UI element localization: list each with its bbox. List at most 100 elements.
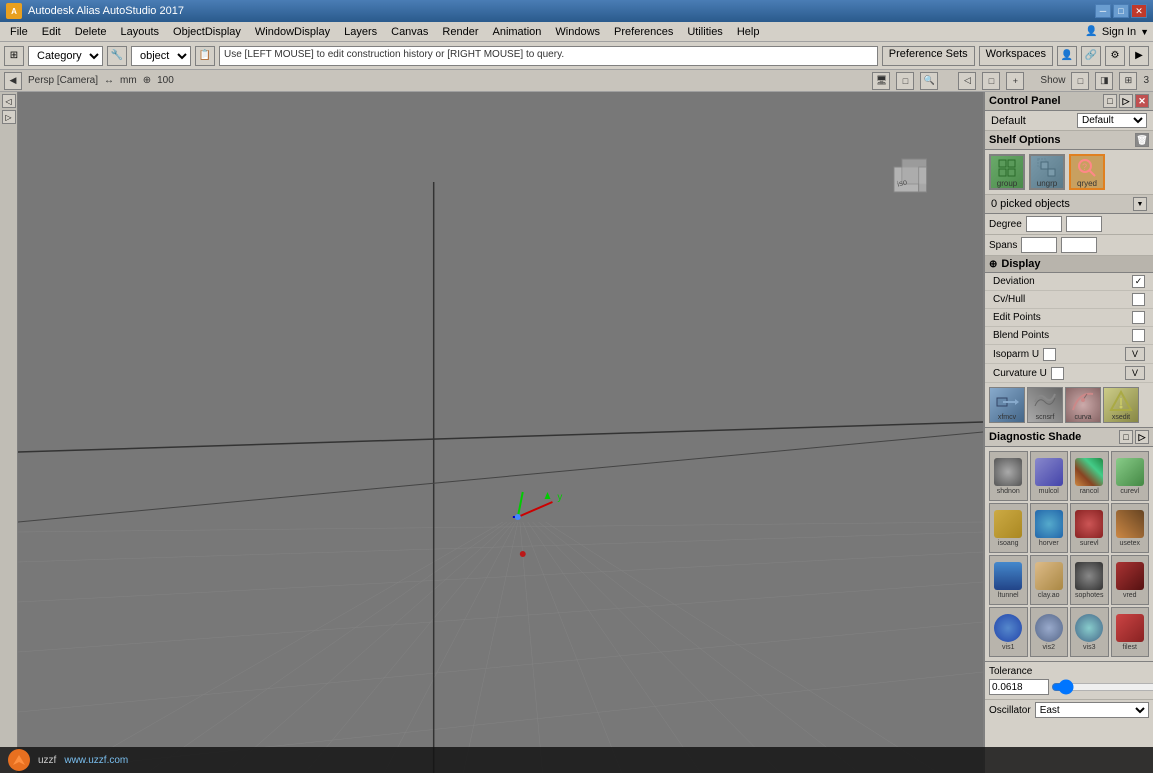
isoparm-label: Isoparm U	[993, 349, 1039, 360]
menu-delete[interactable]: Delete	[69, 24, 113, 40]
view-icon-3[interactable]: +	[1006, 72, 1024, 90]
preference-sets-button[interactable]: Preference Sets	[882, 46, 975, 66]
panel-icon-2[interactable]: ▷	[1119, 94, 1133, 108]
minimize-button[interactable]: ─	[1095, 4, 1111, 18]
blendpoints-checkbox[interactable]	[1132, 329, 1145, 342]
menu-windows[interactable]: Windows	[549, 24, 606, 40]
shelf-icon-group[interactable]: group	[989, 154, 1025, 190]
action-icon-xsedit[interactable]: xsedit	[1103, 387, 1139, 423]
window-controls[interactable]: ─ □ ✕	[1095, 4, 1147, 18]
diag-icon-2[interactable]: ▷	[1135, 430, 1149, 444]
spans-input-2[interactable]	[1061, 237, 1097, 253]
toolbar-icon-1[interactable]: ⊞	[4, 46, 24, 66]
zoom-icon: ⊕	[143, 75, 151, 86]
menu-layers[interactable]: Layers	[338, 24, 383, 40]
history-icon[interactable]: 📋	[195, 46, 215, 66]
leftpanel-toggle[interactable]: ◀	[4, 72, 22, 90]
shelf-trash-icon[interactable]: 🗑	[1135, 133, 1149, 147]
menu-file[interactable]: File	[4, 24, 34, 40]
toolbar-icon-2[interactable]: 👤	[1057, 46, 1077, 66]
menu-canvas[interactable]: Canvas	[385, 24, 434, 40]
diag-curevl[interactable]: curevl	[1111, 451, 1150, 501]
show-icon-3[interactable]: ⊞	[1119, 72, 1137, 90]
diag-horver[interactable]: horver	[1030, 503, 1069, 553]
shelf-icons-row: group ungrp ?	[985, 150, 1153, 195]
toolbar-icon-5[interactable]: ▶	[1129, 46, 1149, 66]
menu-render[interactable]: Render	[436, 24, 484, 40]
action-icons-row: xfmcv scnsrf curva	[985, 383, 1153, 428]
display-icon-3[interactable]: 🔍	[920, 72, 938, 90]
toolbar-icon-4[interactable]: ⚙	[1105, 46, 1125, 66]
viewport[interactable]: Persp [Camera] ←→ mm ⊕ 100	[18, 92, 983, 773]
object-icon[interactable]: 🔧	[107, 46, 127, 66]
curvature-label: Curvature U	[993, 368, 1047, 379]
menu-animation[interactable]: Animation	[487, 24, 548, 40]
diag-mulcol[interactable]: mulcol	[1030, 451, 1069, 501]
spans-row: Spans	[985, 235, 1153, 256]
objects-dropdown[interactable]	[1133, 197, 1147, 211]
diag-ltunnel[interactable]: ltunnel	[989, 555, 1028, 605]
close-button[interactable]: ✕	[1131, 4, 1147, 18]
shelf-icon-qryed[interactable]: ? qryed	[1069, 154, 1105, 190]
curvature-v-button[interactable]: V	[1125, 366, 1145, 380]
menu-windowdisplay[interactable]: WindowDisplay	[249, 24, 336, 40]
category-combo[interactable]: Category	[28, 46, 103, 66]
degree-input-1[interactable]	[1026, 216, 1062, 232]
view-icon-2[interactable]: □	[982, 72, 1000, 90]
deviation-checkbox[interactable]	[1132, 275, 1145, 288]
display-icon-2[interactable]: □	[896, 72, 914, 90]
menu-objectdisplay[interactable]: ObjectDisplay	[167, 24, 247, 40]
action-icon-scnsrf[interactable]: scnsrf	[1027, 387, 1063, 423]
shelf-icon-ungrp[interactable]: ungrp	[1029, 154, 1065, 190]
diag-vis2[interactable]: vis2	[1030, 607, 1069, 657]
action-icon-curva[interactable]: curva	[1065, 387, 1101, 423]
sign-in-label[interactable]: Sign In	[1102, 26, 1136, 38]
view-icon-1[interactable]: ◁	[958, 72, 976, 90]
action-icon-xfmcv[interactable]: xfmcv	[989, 387, 1025, 423]
isoparm-checkbox[interactable]	[1043, 348, 1056, 361]
curvature-checkbox[interactable]	[1051, 367, 1064, 380]
editpoints-checkbox[interactable]	[1132, 311, 1145, 324]
diagnostic-shade-label: Diagnostic Shade	[989, 431, 1081, 443]
diag-isoang[interactable]: isoang	[989, 503, 1028, 553]
diag-vis1[interactable]: vis1	[989, 607, 1028, 657]
workspaces-button[interactable]: Workspaces	[979, 46, 1053, 66]
diag-vred[interactable]: vred	[1111, 555, 1150, 605]
panel-close-icon[interactable]: ✕	[1135, 94, 1149, 108]
spans-input-1[interactable]	[1021, 237, 1057, 253]
diag-surevl[interactable]: surevl	[1070, 503, 1109, 553]
app-logo: A	[6, 3, 22, 19]
menu-help[interactable]: Help	[731, 24, 766, 40]
diag-vis3[interactable]: vis3	[1070, 607, 1109, 657]
viewport-canvas: y iso	[18, 92, 983, 773]
panel-icon-1[interactable]: □	[1103, 94, 1117, 108]
diag-clayao[interactable]: clay.ao	[1030, 555, 1069, 605]
show-icon-1[interactable]: □	[1071, 72, 1089, 90]
degree-input-2[interactable]	[1066, 216, 1102, 232]
display-icon-1[interactable]: 🖥	[872, 72, 890, 90]
toolbar-icon-3[interactable]: 🔗	[1081, 46, 1101, 66]
maximize-button[interactable]: □	[1113, 4, 1129, 18]
diag-icon-1[interactable]: □	[1119, 430, 1133, 444]
show-icon-2[interactable]: ◨	[1095, 72, 1113, 90]
tolerance-slider[interactable]	[1051, 680, 1153, 694]
left-tool-1[interactable]: ◁	[2, 94, 16, 108]
menu-edit[interactable]: Edit	[36, 24, 67, 40]
object-combo[interactable]: object	[131, 46, 191, 66]
signin-dropdown[interactable]: ▼	[1140, 27, 1149, 37]
menu-layouts[interactable]: Layouts	[115, 24, 166, 40]
diag-filest[interactable]: filest	[1111, 607, 1150, 657]
default-select[interactable]: Default	[1077, 113, 1147, 128]
menu-preferences[interactable]: Preferences	[608, 24, 679, 40]
tolerance-input[interactable]	[989, 679, 1049, 695]
oscillator-select[interactable]: East	[1035, 702, 1149, 718]
cvhull-checkbox[interactable]	[1132, 293, 1145, 306]
diag-usetex[interactable]: usetex	[1111, 503, 1150, 553]
diag-rancol[interactable]: rancol	[1070, 451, 1109, 501]
diag-shdnon[interactable]: shdnon	[989, 451, 1028, 501]
left-tool-2[interactable]: ▷	[2, 110, 16, 124]
display-section-header[interactable]: ⊕ Display	[985, 256, 1153, 273]
diag-sophotes[interactable]: sophotes	[1070, 555, 1109, 605]
menu-utilities[interactable]: Utilities	[681, 24, 728, 40]
isoparm-v-button[interactable]: V	[1125, 347, 1145, 361]
